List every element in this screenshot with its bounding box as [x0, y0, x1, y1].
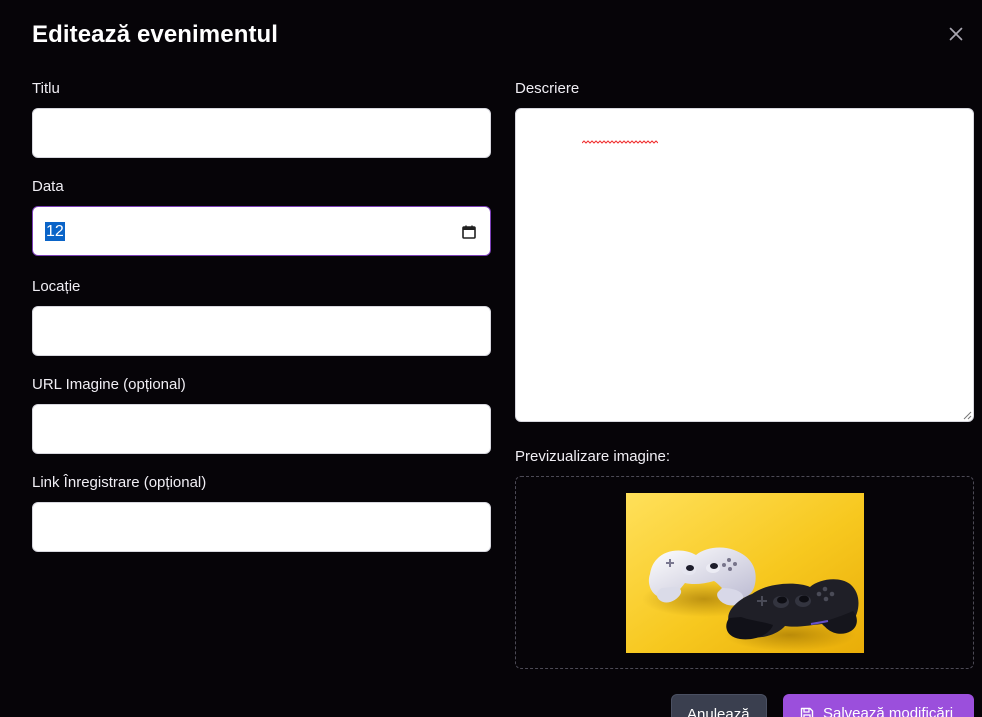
preview-label: Previzualizare imagine:	[515, 448, 671, 465]
close-icon	[949, 27, 963, 41]
date-label: Data	[32, 178, 64, 195]
calendar-icon[interactable]	[461, 224, 477, 240]
save-icon	[800, 707, 814, 717]
registration-link-label: Link Înregistrare (opțional)	[32, 474, 207, 491]
title-input[interactable]	[32, 108, 491, 158]
preview-image	[626, 493, 864, 653]
location-label: Locație	[32, 278, 81, 295]
date-input[interactable]: 12	[32, 206, 491, 256]
date-value: 12	[45, 222, 65, 241]
spellcheck-underline	[582, 140, 658, 144]
modal-title: Editează evenimentul	[32, 21, 279, 48]
resize-handle-icon[interactable]	[962, 410, 972, 420]
description-label: Descriere	[515, 80, 580, 97]
image-url-label: URL Imagine (opțional)	[32, 376, 186, 393]
title-label: Titlu	[32, 80, 60, 97]
save-button-label: Salvează modificări	[823, 705, 954, 717]
close-button[interactable]	[944, 22, 968, 46]
location-input[interactable]	[32, 306, 491, 356]
image-url-input[interactable]	[32, 404, 491, 454]
registration-link-input[interactable]	[32, 502, 491, 552]
cancel-button-label: Anulează	[687, 706, 750, 717]
image-preview-box	[515, 476, 974, 669]
save-changes-button[interactable]: Salvează modificări	[783, 694, 974, 717]
description-textarea[interactable]	[515, 108, 974, 422]
cancel-button[interactable]: Anulează	[671, 694, 767, 717]
edit-event-modal: Editează evenimentul Titlu Data 12 Locaț…	[0, 0, 982, 717]
